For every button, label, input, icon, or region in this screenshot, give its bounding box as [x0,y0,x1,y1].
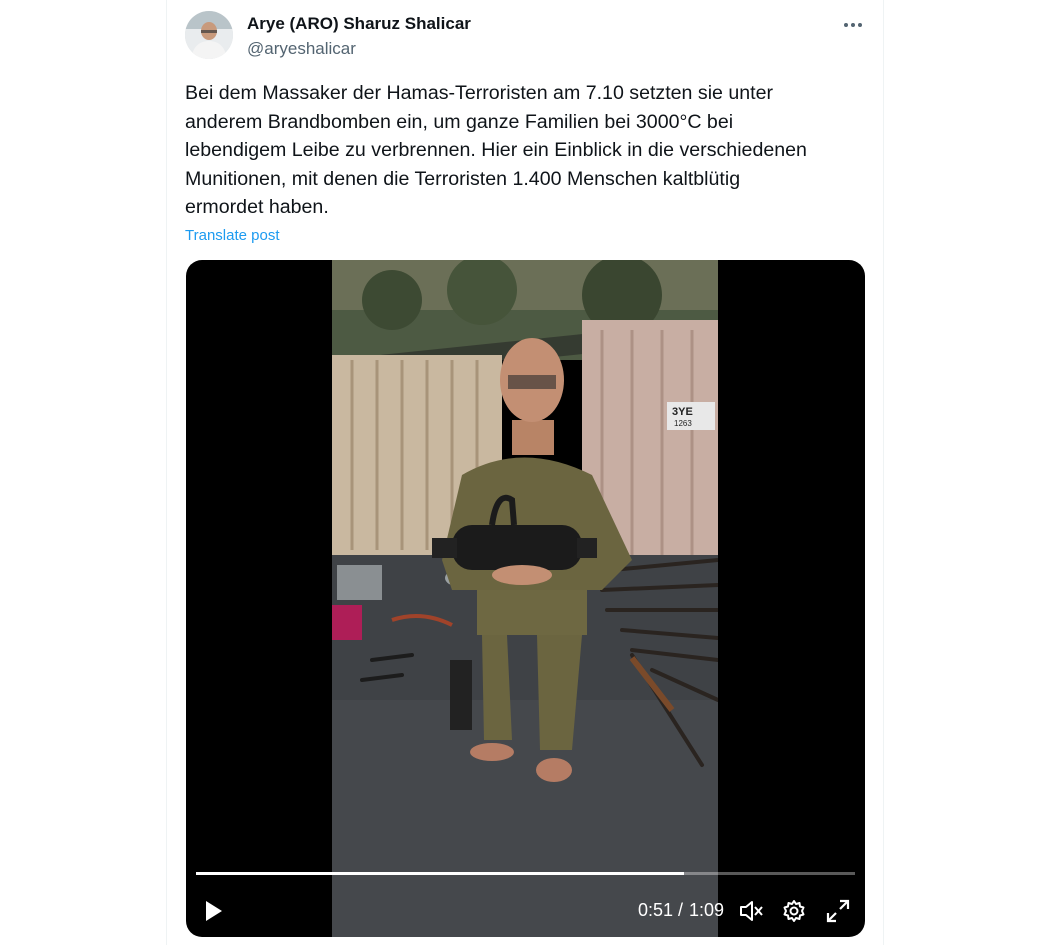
settings-button[interactable] [781,898,807,924]
author-handle[interactable]: @aryeshalicar [247,39,356,59]
fullscreen-button[interactable] [825,898,851,924]
volume-muted-icon [740,901,763,921]
video-progress-bar[interactable] [196,872,855,875]
mute-button[interactable] [738,898,764,924]
play-icon [206,901,222,921]
container-sign-number: 1263 [674,419,692,428]
container-sign: 3YE [672,406,693,418]
more-options-button[interactable] [836,12,870,38]
gear-icon [783,900,805,922]
video-progress-fill [196,872,684,875]
avatar[interactable] [185,11,233,59]
video-time-total: 1:09 [689,900,725,920]
column-border-right [883,0,884,945]
expand-icon [826,899,850,923]
more-dots-icon [844,23,848,27]
tweet: Arye (ARO) Sharuz Shalicar @aryeshalicar… [167,0,883,945]
video-time-separator: / [678,900,684,920]
translate-post-link[interactable]: Translate post [185,227,280,244]
video-frame: 3YE 1263 [332,260,718,937]
tweet-text: Bei dem Massaker der Hamas-Terroristen a… [185,82,807,219]
video-time-current: 0:51 [638,900,674,920]
author-name[interactable]: Arye (ARO) Sharuz Shalicar [247,14,471,34]
play-button[interactable] [200,898,226,924]
video-player[interactable]: 3YE 1263 0:51 / 1:09 [186,260,865,937]
